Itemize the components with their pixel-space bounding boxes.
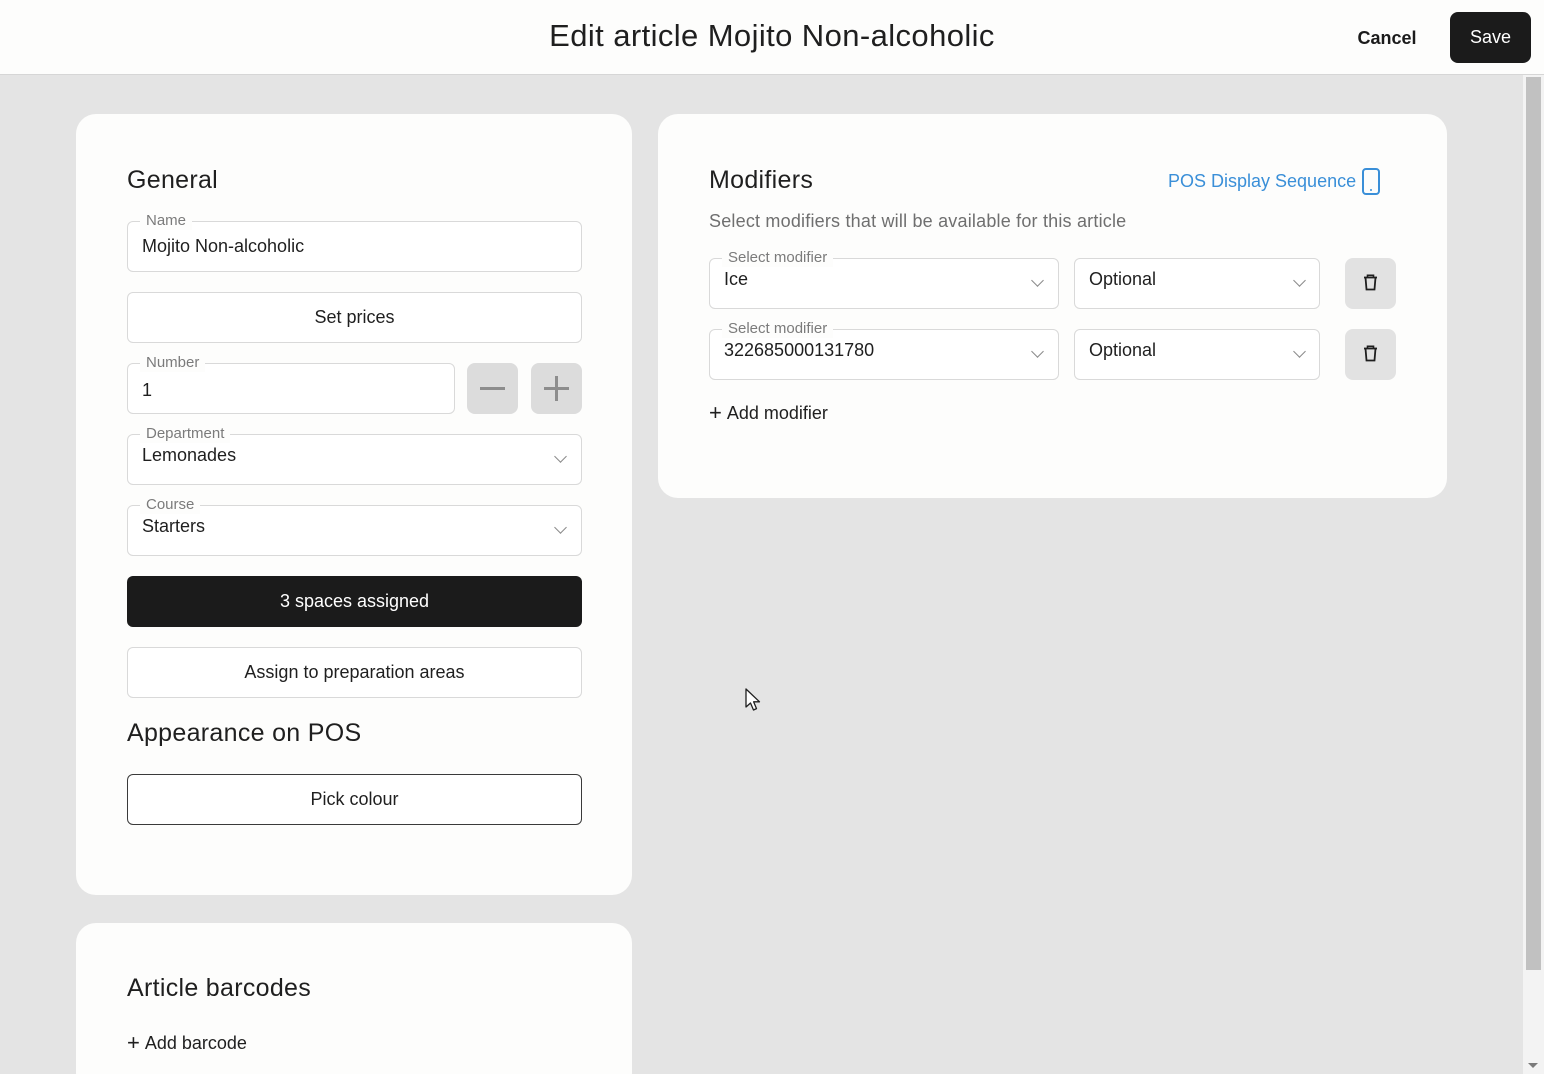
cursor-pointer-icon xyxy=(745,688,761,711)
scrollbar-thumb[interactable] xyxy=(1526,77,1541,970)
chevron-down-icon xyxy=(1031,274,1044,287)
chevron-down-icon xyxy=(554,521,567,534)
add-barcode-label: Add barcode xyxy=(144,1033,247,1053)
page-title: Edit article Mojito Non-alcoholic xyxy=(549,18,995,53)
spaces-assigned-button[interactable]: 3 spaces assigned xyxy=(127,576,582,627)
modifiers-subtitle: Select modifiers that will be available … xyxy=(709,211,1127,231)
chevron-down-icon xyxy=(1293,345,1306,358)
requirement-value: Optional xyxy=(1089,340,1157,360)
modifier-select[interactable]: Select modifier Ice xyxy=(709,249,1059,309)
course-label: Course xyxy=(140,496,201,514)
chevron-down-icon xyxy=(554,450,567,463)
department-label: Department xyxy=(140,425,231,443)
requirement-select[interactable]: Optional xyxy=(1074,258,1320,309)
modifier-select-label: Select modifier xyxy=(722,320,834,338)
tablet-icon xyxy=(1362,168,1381,195)
chevron-down-icon xyxy=(1293,274,1306,287)
cancel-button[interactable]: Cancel xyxy=(1342,14,1432,62)
number-label: Number xyxy=(140,354,206,372)
department-value: Lemonades xyxy=(142,445,237,465)
modifiers-card: Modifiers POS Display Sequence Select mo… xyxy=(658,114,1447,498)
save-button[interactable]: Save xyxy=(1450,12,1531,63)
general-title: General xyxy=(127,166,219,194)
add-barcode-button[interactable]: + Add barcode xyxy=(127,1030,247,1056)
course-value: Starters xyxy=(142,516,206,536)
delete-modifier-button[interactable] xyxy=(1345,329,1396,380)
plus-icon: + xyxy=(127,1030,140,1055)
barcodes-card: Article barcodes + Add barcode xyxy=(76,923,632,1074)
barcodes-title: Article barcodes xyxy=(127,974,312,1002)
trash-icon xyxy=(1364,274,1377,291)
appearance-title: Appearance on POS xyxy=(127,719,362,747)
pick-colour-button[interactable]: Pick colour xyxy=(127,774,582,825)
decrement-button[interactable] xyxy=(467,363,518,414)
requirement-select[interactable]: Optional xyxy=(1074,329,1320,380)
add-modifier-label: Add modifier xyxy=(726,403,828,423)
name-field[interactable]: Name Mojito Non-alcoholic xyxy=(127,212,582,272)
modifier-select[interactable]: Select modifier 322685000131780 xyxy=(709,320,1059,380)
name-label: Name xyxy=(140,212,193,230)
modifier-value: Ice xyxy=(724,269,749,289)
requirement-value: Optional xyxy=(1089,269,1157,289)
number-value: 1 xyxy=(142,380,153,400)
pos-display-sequence-link[interactable]: POS Display Sequence xyxy=(1168,168,1381,195)
course-select[interactable]: Course Starters xyxy=(127,496,582,556)
chevron-down-icon xyxy=(1031,345,1044,358)
minus-icon xyxy=(480,387,505,390)
increment-button[interactable] xyxy=(531,363,582,414)
assign-preparation-areas-button[interactable]: Assign to preparation areas xyxy=(127,647,582,698)
number-field[interactable]: Number 1 xyxy=(127,354,455,414)
modifier-value: 322685000131780 xyxy=(724,340,875,360)
plus-icon: + xyxy=(709,400,722,425)
modifiers-title: Modifiers xyxy=(709,166,814,194)
top-bar: Edit article Mojito Non-alcoholic Cancel… xyxy=(0,0,1544,75)
scroll-down-arrow-icon[interactable] xyxy=(1528,1063,1538,1068)
modifier-select-label: Select modifier xyxy=(722,249,834,267)
general-card: General Name Mojito Non-alcoholic Set pr… xyxy=(76,114,632,895)
page-scrollbar[interactable] xyxy=(1523,75,1544,1074)
pos-display-sequence-label: POS Display Sequence xyxy=(1168,171,1357,191)
trash-icon xyxy=(1364,345,1377,362)
name-value: Mojito Non-alcoholic xyxy=(142,236,305,256)
department-select[interactable]: Department Lemonades xyxy=(127,425,582,485)
add-modifier-button[interactable]: + Add modifier xyxy=(709,400,828,426)
delete-modifier-button[interactable] xyxy=(1345,258,1396,309)
set-prices-button[interactable]: Set prices xyxy=(127,292,582,343)
